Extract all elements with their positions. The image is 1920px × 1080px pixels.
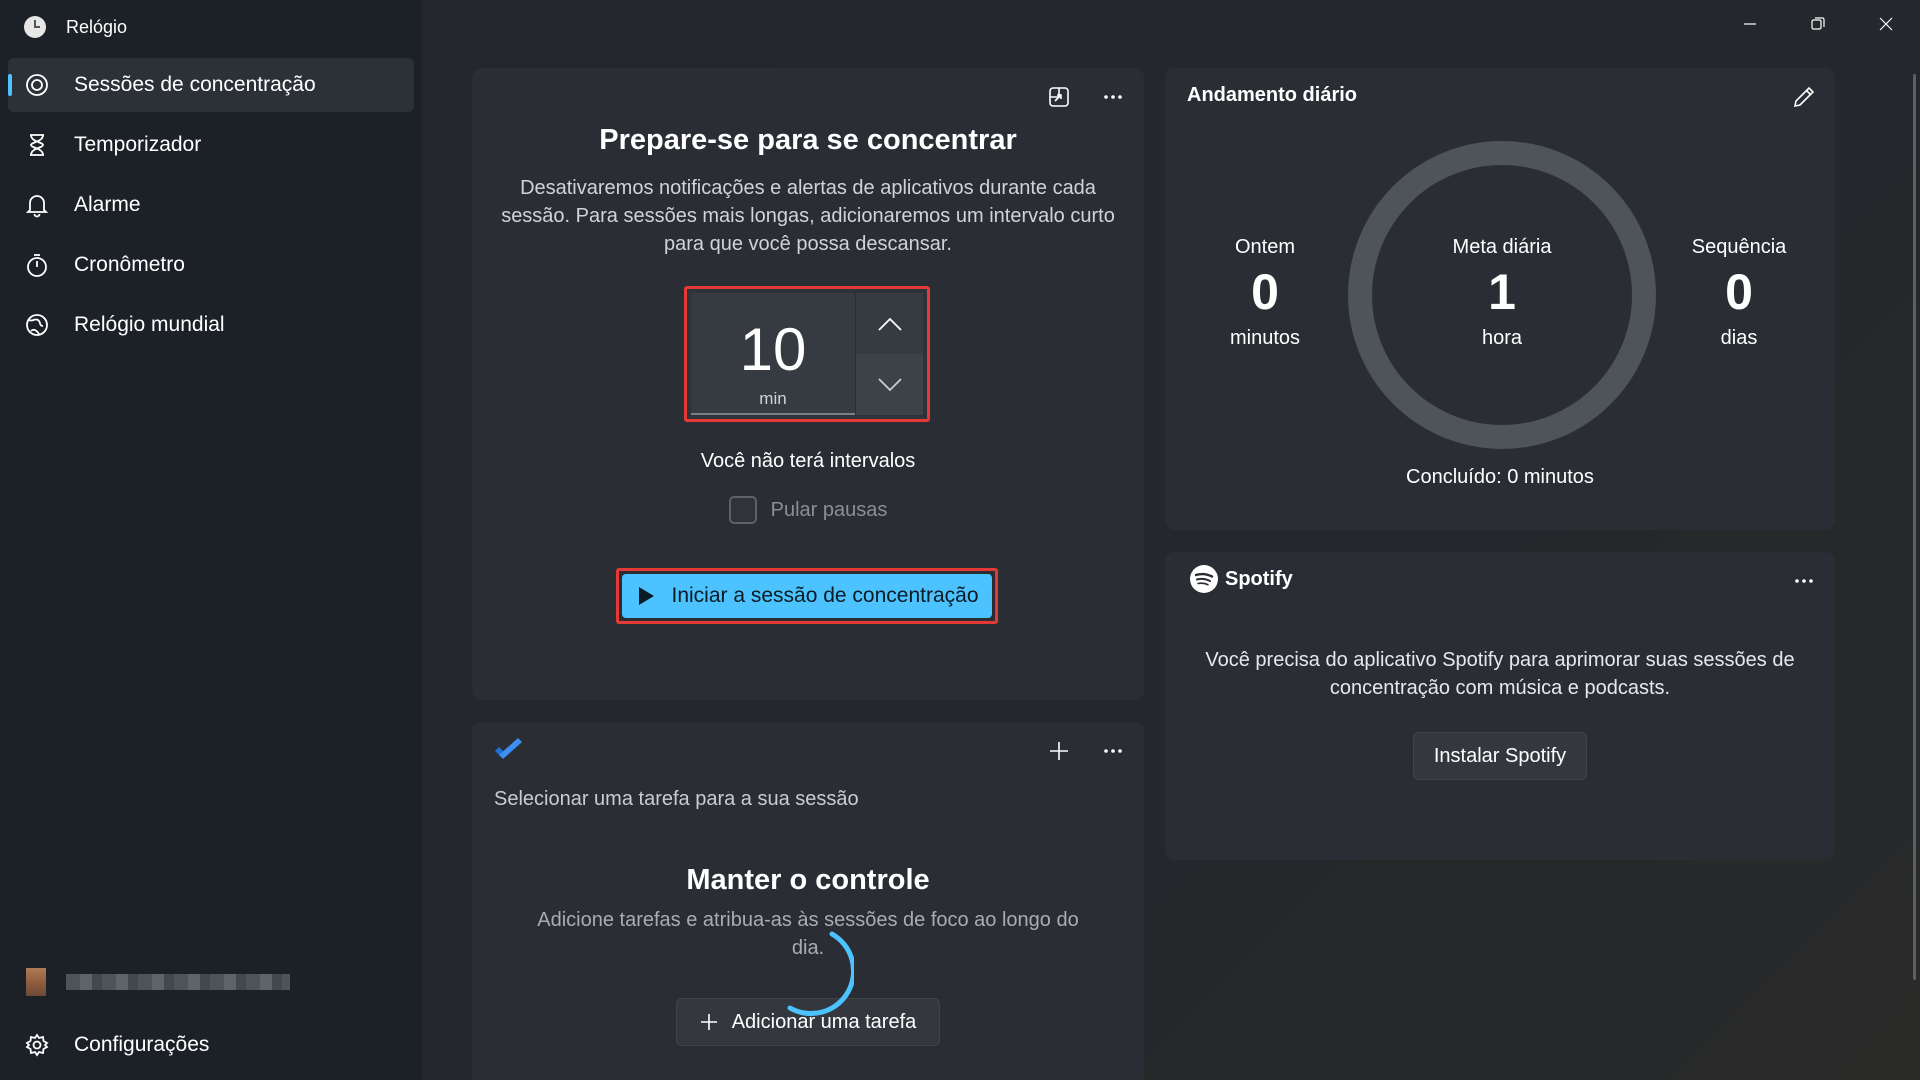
app-title: Relógio — [66, 16, 128, 37]
duration-decrease-button[interactable] — [856, 354, 923, 415]
clock-app-icon — [24, 16, 46, 38]
tasks-card-toolbar — [1042, 734, 1130, 768]
start-button-highlight: Iniciar a sessão de concentração — [616, 568, 998, 624]
minimize-icon — [1744, 23, 1756, 25]
focus-description: Desativaremos notificações e alertas de … — [501, 177, 1115, 255]
sidebar-item-label: Sessões de concentração — [74, 73, 316, 96]
daily-goal-stat: Meta diária 1 hora — [1402, 236, 1602, 350]
globe-icon — [24, 312, 50, 338]
daily-card-toolbar — [1787, 80, 1821, 114]
spotify-icon — [1190, 565, 1218, 593]
avatar — [26, 968, 46, 996]
focus-more-options-button[interactable] — [1096, 80, 1130, 114]
daily-goal-unit: hora — [1481, 327, 1523, 349]
gear-icon — [24, 1032, 50, 1058]
window-controls — [1716, 0, 1920, 48]
tasks-title: Manter o controle — [686, 864, 930, 896]
spotify-brand-name: Spotify — [1225, 567, 1293, 590]
start-button-label: Iniciar a sessão de concentração — [671, 584, 979, 607]
streak-label: Sequência — [1691, 236, 1787, 258]
stopwatch-icon — [24, 252, 50, 278]
yesterday-unit: minutos — [1229, 327, 1301, 349]
bell-icon — [24, 192, 50, 218]
more-horizontal-icon — [1104, 95, 1122, 99]
duration-unit: min — [759, 389, 787, 408]
duration-stepper-body: 10 min — [691, 293, 923, 415]
pop-out-icon — [1049, 87, 1069, 107]
daily-goal-value: 1 — [1488, 264, 1516, 320]
skip-breaks-checkbox[interactable] — [728, 496, 757, 524]
streak-unit: dias — [1720, 327, 1758, 349]
more-horizontal-icon — [1795, 579, 1813, 583]
settings-label: Configurações — [74, 1033, 210, 1056]
todo-checkmark-icon — [492, 734, 524, 771]
main-scrollbar[interactable] — [1913, 74, 1916, 980]
completed-summary: Concluído: 0 minutos — [1406, 466, 1594, 488]
restore-icon — [1811, 17, 1825, 30]
spotify-more-options-button[interactable] — [1787, 564, 1821, 598]
sidebar-item-label: Alarme — [74, 193, 141, 216]
tasks-more-options-button[interactable] — [1096, 734, 1130, 768]
yesterday-stat: Ontem 0 minutos — [1195, 236, 1335, 350]
install-spotify-button[interactable]: Instalar Spotify — [1413, 732, 1587, 780]
hourglass-icon — [24, 132, 50, 158]
yesterday-label: Ontem — [1234, 236, 1296, 258]
sidebar-nav: Sessões de concentração Temporizador Ala… — [8, 58, 414, 358]
restore-button[interactable] — [1784, 0, 1852, 48]
sidebar-item-focus-sessions[interactable]: Sessões de concentração — [8, 58, 414, 112]
duration-stepper[interactable]: 10 min — [684, 286, 930, 422]
loading-spinner-icon — [787, 931, 854, 1017]
pencil-icon — [1793, 86, 1815, 108]
spotify-card-toolbar — [1787, 564, 1821, 598]
tasks-card: Selecionar uma tarefa para a sua sessão … — [472, 722, 1144, 1080]
sidebar-item-label: Temporizador — [74, 133, 202, 156]
duration-display[interactable]: 10 min — [691, 293, 855, 415]
minimize-button[interactable] — [1716, 0, 1784, 48]
app-title-bar: Relógio — [24, 14, 127, 40]
start-focus-session-button[interactable]: Iniciar a sessão de concentração — [622, 574, 992, 618]
focus-icon — [24, 72, 50, 98]
add-task-plus-button[interactable] — [1042, 734, 1076, 768]
daily-progress-card: Andamento diário Ontem 0 minutos Meta di… — [1165, 68, 1835, 530]
user-name — [66, 974, 290, 990]
sidebar-item-alarm[interactable]: Alarme — [8, 178, 414, 232]
play-icon — [639, 587, 655, 605]
plus-icon — [700, 1014, 717, 1030]
spotify-message: Você precisa do aplicativo Spotify para … — [1205, 649, 1795, 699]
edit-goal-button[interactable] — [1787, 80, 1821, 114]
more-horizontal-icon — [1104, 749, 1122, 753]
sidebar-item-label: Cronômetro — [74, 253, 185, 276]
chevron-down-icon — [877, 377, 902, 391]
focus-card-toolbar — [1042, 80, 1130, 114]
streak-stat: Sequência 0 dias — [1669, 236, 1809, 350]
close-icon — [1879, 17, 1893, 31]
sidebar-item-stopwatch[interactable]: Cronômetro — [8, 238, 414, 292]
chevron-up-icon — [877, 317, 902, 331]
compact-overlay-button[interactable] — [1042, 80, 1076, 114]
duration-increase-button[interactable] — [856, 293, 923, 354]
user-account[interactable] — [26, 968, 290, 996]
skip-breaks-label: Pular pausas — [770, 498, 888, 521]
spotify-logo: Spotify — [1189, 564, 1293, 594]
duration-arrows — [855, 293, 923, 415]
sidebar-item-settings[interactable]: Configurações — [24, 1018, 209, 1072]
focus-title: Prepare-se para se concentrar — [599, 124, 1017, 156]
close-button[interactable] — [1852, 0, 1920, 48]
daily-progress-title: Andamento diário — [1187, 84, 1358, 106]
sidebar-item-world-clock[interactable]: Relógio mundial — [8, 298, 414, 352]
yesterday-value: 0 — [1251, 264, 1279, 320]
skip-breaks-option: Pular pausas — [472, 496, 1144, 524]
breaks-info: Você não terá intervalos — [700, 450, 916, 472]
sidebar-item-timer[interactable]: Temporizador — [8, 118, 414, 172]
focus-setup-card: Prepare-se para se concentrar Desativare… — [472, 68, 1144, 700]
select-task-prompt[interactable]: Selecionar uma tarefa para a sua sessão — [494, 788, 859, 811]
duration-value: 10 — [739, 316, 807, 383]
spotify-card: Spotify Você precisa do aplicativo Spoti… — [1165, 552, 1835, 860]
plus-icon — [1050, 742, 1068, 760]
sidebar-item-label: Relógio mundial — [74, 313, 225, 336]
daily-goal-label: Meta diária — [1452, 236, 1552, 258]
streak-value: 0 — [1725, 264, 1753, 320]
